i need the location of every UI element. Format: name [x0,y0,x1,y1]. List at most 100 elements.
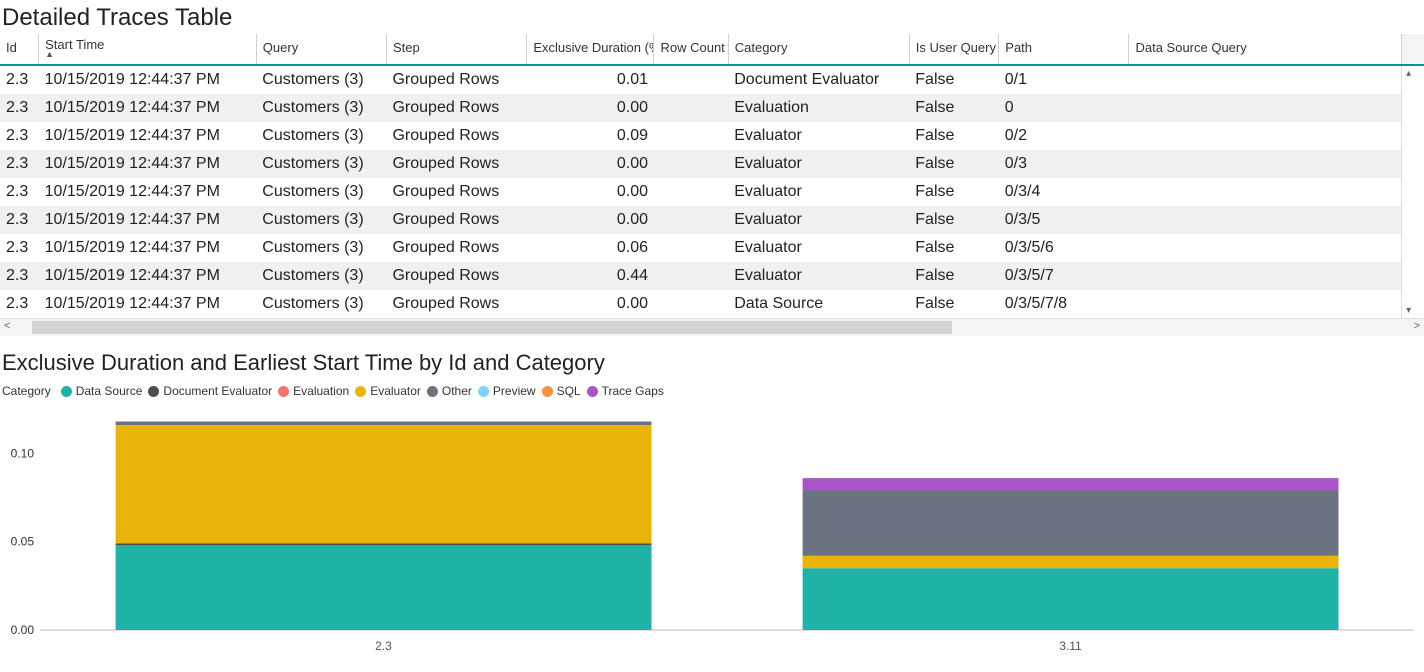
bar-segment[interactable] [116,545,652,630]
cell-row [654,122,728,150]
legend-item[interactable]: Other [427,384,472,398]
col-header-data-source-query[interactable]: Data Source Query [1129,34,1402,65]
cell-dur: 0.00 [527,150,654,178]
col-header-path[interactable]: Path [999,34,1129,65]
cell-row [654,178,728,206]
x-tick-label: 2.3 [375,639,392,653]
legend-swatch-icon [278,386,289,397]
cell-usr: False [909,94,999,122]
bar-segment[interactable] [116,543,652,545]
bar-segment[interactable] [803,568,1339,630]
cell-start: 10/15/2019 12:44:37 PM [39,150,257,178]
bar-segment[interactable] [803,478,1339,490]
cell-dur: 0.44 [527,262,654,290]
detailed-traces-table: Id Start Time ▲ Query Step Exclusive Dur… [0,34,1424,318]
cell-cat: Evaluator [728,150,909,178]
cell-path: 0/3/4 [999,178,1129,206]
legend-swatch-icon [478,386,489,397]
col-header-category[interactable]: Category [728,34,909,65]
legend-item[interactable]: Trace Gaps [587,384,664,398]
cell-query: Customers (3) [256,122,386,150]
table-row[interactable]: 2.310/15/2019 12:44:37 PMCustomers (3)Gr… [0,262,1424,290]
col-header-exclusive-duration[interactable]: Exclusive Duration (%) [527,34,654,65]
cell-path: 0/3/5/6 [999,234,1129,262]
scrollbar-thumb[interactable] [32,321,952,334]
cell-dsq [1129,150,1402,178]
table-row[interactable]: 2.310/15/2019 12:44:37 PMCustomers (3)Gr… [0,178,1424,206]
scroll-left-icon[interactable]: < [0,320,14,332]
cell-row [654,150,728,178]
stacked-bar-chart: 0.000.050.102.33.11 [0,408,1424,658]
cell-id: 2.3 [0,262,39,290]
legend-item[interactable]: Evaluator [355,384,421,398]
cell-usr: False [909,122,999,150]
horizontal-scrollbar[interactable]: < > [0,318,1424,336]
legend-item[interactable]: SQL [542,384,581,398]
cell-start: 10/15/2019 12:44:37 PM [39,290,257,318]
col-header-start-time[interactable]: Start Time ▲ [39,34,257,65]
cell-step: Grouped Rows [386,206,526,234]
cell-path: 0/1 [999,65,1129,94]
table-row[interactable]: 2.310/15/2019 12:44:37 PMCustomers (3)Gr… [0,234,1424,262]
cell-cat: Evaluator [728,122,909,150]
cell-query: Customers (3) [256,234,386,262]
cell-path: 0/3/5 [999,206,1129,234]
cell-dsq [1129,65,1402,94]
scroll-up-icon[interactable]: ▴ [1406,68,1411,79]
table-row[interactable]: 2.310/15/2019 12:44:37 PMCustomers (3)Gr… [0,94,1424,122]
cell-dur: 0.00 [527,290,654,318]
cell-usr: False [909,262,999,290]
cell-cat: Evaluator [728,262,909,290]
cell-id: 2.3 [0,65,39,94]
chart-legend: Category Data SourceDocument EvaluatorEv… [0,382,1424,408]
bar-segment[interactable] [116,422,652,426]
table-row[interactable]: 2.310/15/2019 12:44:37 PMCustomers (3)Gr… [0,150,1424,178]
bar-segment[interactable] [116,425,652,543]
table-title: Detailed Traces Table [0,0,1424,34]
legend-swatch-icon [542,386,553,397]
cell-id: 2.3 [0,122,39,150]
cell-usr: False [909,178,999,206]
vertical-scrollbar[interactable]: ▴▾ [1402,65,1424,318]
scroll-right-icon[interactable]: > [1410,320,1424,332]
cell-dsq [1129,94,1402,122]
legend-item[interactable]: Data Source [61,384,143,398]
cell-start: 10/15/2019 12:44:37 PM [39,234,257,262]
table-row[interactable]: 2.310/15/2019 12:44:37 PMCustomers (3)Gr… [0,206,1424,234]
legend-item[interactable]: Preview [478,384,536,398]
cell-id: 2.3 [0,290,39,318]
cell-query: Customers (3) [256,178,386,206]
legend-swatch-icon [148,386,159,397]
legend-swatch-icon [427,386,438,397]
cell-step: Grouped Rows [386,94,526,122]
cell-step: Grouped Rows [386,178,526,206]
cell-step: Grouped Rows [386,150,526,178]
col-header-id[interactable]: Id [0,34,39,65]
cell-id: 2.3 [0,234,39,262]
svg-text:0.05: 0.05 [11,535,35,549]
col-header-row-count[interactable]: Row Count [654,34,728,65]
legend-item[interactable]: Document Evaluator [148,384,272,398]
svg-text:0.00: 0.00 [11,623,35,637]
cell-dsq [1129,206,1402,234]
cell-dur: 0.09 [527,122,654,150]
cell-usr: False [909,290,999,318]
cell-query: Customers (3) [256,150,386,178]
cell-step: Grouped Rows [386,234,526,262]
col-header-step[interactable]: Step [386,34,526,65]
cell-path: 0/3/5/7 [999,262,1129,290]
legend-label: Evaluation [293,384,349,398]
legend-item[interactable]: Evaluation [278,384,349,398]
col-header-is-user-query[interactable]: Is User Query [909,34,999,65]
bar-segment[interactable] [803,556,1339,568]
scroll-down-icon[interactable]: ▾ [1406,305,1411,316]
cell-cat: Data Source [728,290,909,318]
cell-start: 10/15/2019 12:44:37 PM [39,262,257,290]
table-row[interactable]: 2.310/15/2019 12:44:37 PMCustomers (3)Gr… [0,65,1424,94]
table-row[interactable]: 2.310/15/2019 12:44:37 PMCustomers (3)Gr… [0,122,1424,150]
col-header-query[interactable]: Query [256,34,386,65]
cell-usr: False [909,234,999,262]
cell-dur: 0.00 [527,94,654,122]
table-row[interactable]: 2.310/15/2019 12:44:37 PMCustomers (3)Gr… [0,290,1424,318]
bar-segment[interactable] [803,490,1339,555]
